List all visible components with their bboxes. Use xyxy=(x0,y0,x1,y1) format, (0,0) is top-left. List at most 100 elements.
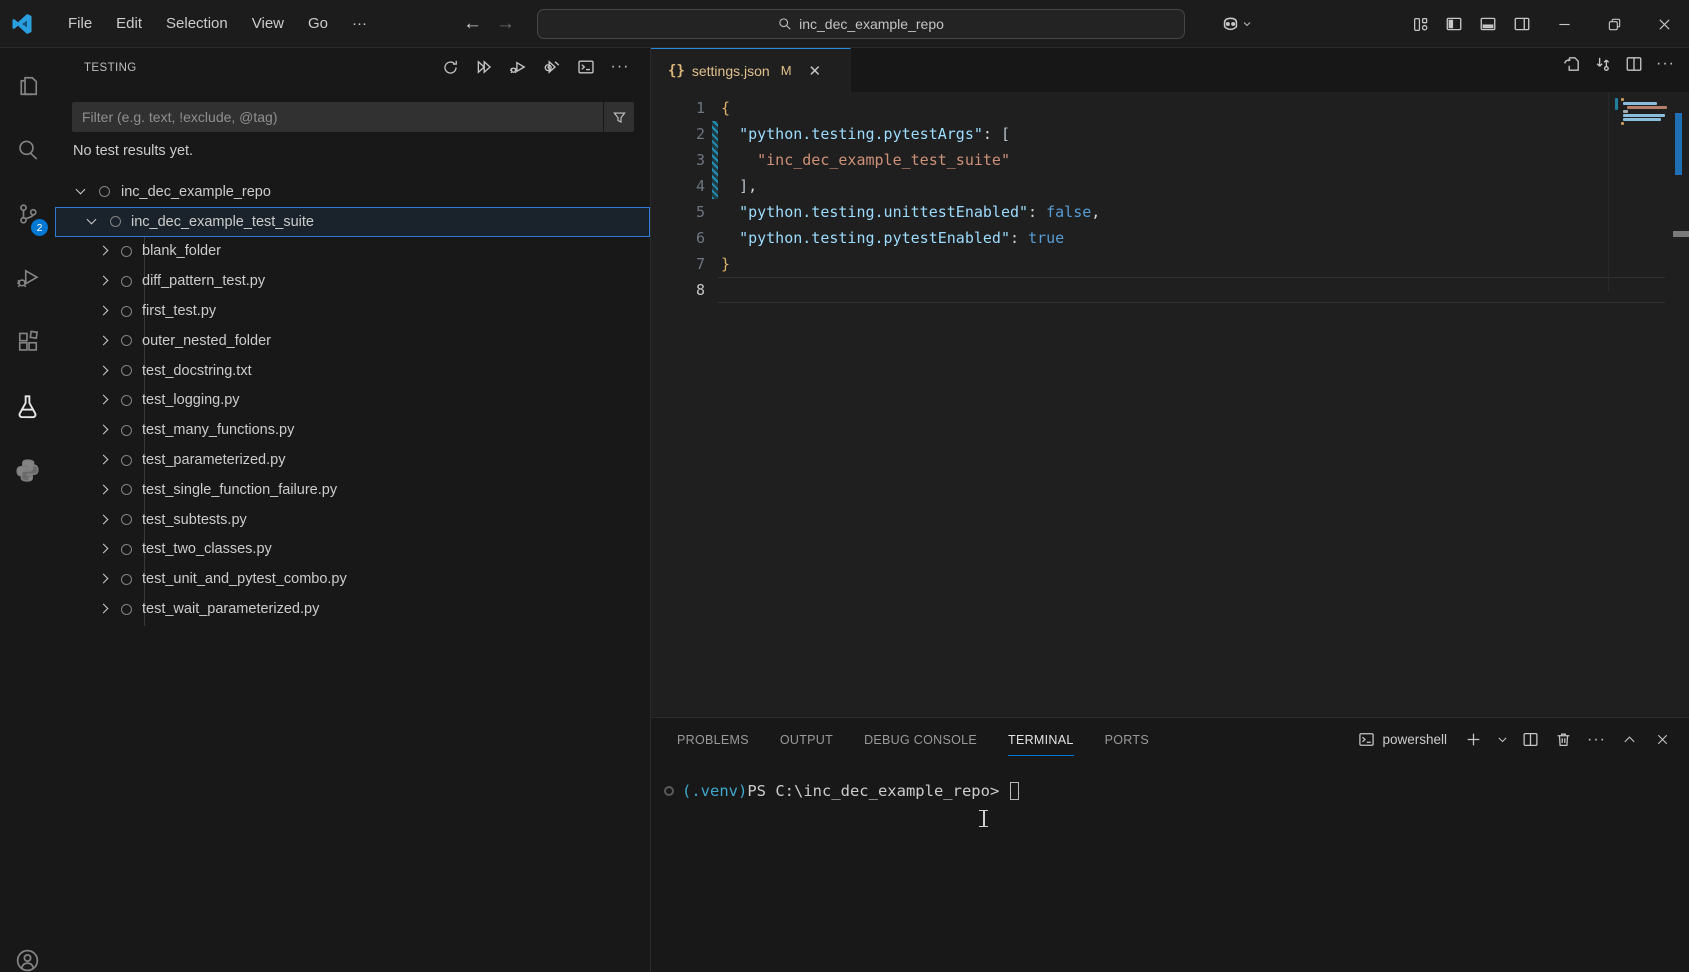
tab-close-icon[interactable]: ✕ xyxy=(809,62,822,80)
code-line[interactable]: { xyxy=(721,95,1100,121)
test-state-circle-icon xyxy=(121,455,132,466)
search-icon[interactable] xyxy=(0,126,55,174)
chevron-right-icon[interactable] xyxy=(95,541,111,557)
test-tree-item[interactable]: test_many_functions.py xyxy=(55,415,650,445)
test-tree-item[interactable]: test_unit_and_pytest_combo.py xyxy=(55,564,650,594)
chevron-right-icon[interactable] xyxy=(95,363,111,379)
more-actions-button[interactable]: ··· xyxy=(608,55,632,79)
python-icon[interactable] xyxy=(0,446,55,494)
source-control-icon[interactable]: 2 xyxy=(0,190,55,238)
test-tree-item[interactable]: test_two_classes.py xyxy=(55,535,650,565)
chevron-right-icon[interactable] xyxy=(95,333,111,349)
compare-changes-button[interactable] xyxy=(1594,55,1612,73)
test-tree-item[interactable]: inc_dec_example_test_suite xyxy=(55,207,650,237)
test-tree-item[interactable]: outer_nested_folder xyxy=(55,326,650,356)
code-line[interactable] xyxy=(721,277,1100,303)
restore-button[interactable] xyxy=(1589,1,1639,48)
test-tree-item[interactable]: diff_pattern_test.py xyxy=(55,266,650,296)
panel-tab-debug-console[interactable]: DEBUG CONSOLE xyxy=(864,718,977,761)
close-panel-button[interactable] xyxy=(1650,727,1675,752)
split-terminal-button[interactable] xyxy=(1518,727,1543,752)
test-tree-item[interactable]: test_single_function_failure.py xyxy=(55,475,650,505)
vscode-window: FileEditSelectionViewGo··· ← → inc_dec_e… xyxy=(0,0,1689,972)
test-filter-input[interactable] xyxy=(72,102,603,132)
close-window-button[interactable] xyxy=(1639,1,1689,48)
copilot-menu[interactable] xyxy=(1220,14,1253,35)
tab-settings-json[interactable]: {} settings.json M ✕ xyxy=(651,48,851,92)
code-line[interactable]: "inc_dec_example_test_suite" xyxy=(721,147,1100,173)
toggle-secondary-sidebar-button[interactable] xyxy=(1505,9,1539,39)
test-tree-item[interactable]: inc_dec_example_repo xyxy=(55,177,650,207)
command-decoration-icon[interactable] xyxy=(664,786,674,796)
maximize-panel-button[interactable] xyxy=(1617,727,1642,752)
terminal-picker-chevron-icon[interactable] xyxy=(1494,727,1510,752)
chevron-right-icon[interactable] xyxy=(95,422,111,438)
command-center-search[interactable]: inc_dec_example_repo xyxy=(537,9,1185,39)
toggle-primary-sidebar-button[interactable] xyxy=(1437,9,1471,39)
code-editor[interactable]: 12345678 { "python.testing.pytestArgs": … xyxy=(651,92,1689,717)
customize-layout-button[interactable] xyxy=(1403,9,1437,39)
accounts-icon[interactable] xyxy=(0,936,55,972)
run-and-debug-icon[interactable] xyxy=(0,254,55,302)
minimap[interactable] xyxy=(1615,94,1673,214)
run-all-tests-button[interactable] xyxy=(472,55,496,79)
show-test-output-button[interactable] xyxy=(574,55,598,79)
navigate-forward-icon[interactable]: → xyxy=(496,13,515,35)
testing-icon[interactable] xyxy=(0,382,55,430)
chevron-right-icon[interactable] xyxy=(95,273,111,289)
open-changes-button[interactable] xyxy=(1563,55,1581,73)
split-editor-button[interactable] xyxy=(1625,55,1643,73)
panel-more-actions-button[interactable]: ··· xyxy=(1584,727,1609,752)
code-line[interactable]: } xyxy=(721,251,1100,277)
panel-tab-output[interactable]: OUTPUT xyxy=(780,718,833,761)
test-tree-item[interactable]: blank_folder xyxy=(55,237,650,267)
code-line[interactable]: "python.testing.unittestEnabled": false, xyxy=(721,199,1100,225)
test-state-circle-icon xyxy=(99,186,110,197)
test-tree-item-label: test_many_functions.py xyxy=(142,422,294,438)
editor-more-actions-button[interactable]: ··· xyxy=(1656,55,1675,73)
menu-file[interactable]: File xyxy=(58,11,102,36)
code-line[interactable]: ], xyxy=(721,173,1100,199)
extensions-icon[interactable] xyxy=(0,318,55,366)
navigate-back-icon[interactable]: ← xyxy=(463,13,482,35)
menu-view[interactable]: View xyxy=(242,11,294,36)
panel-tab-problems[interactable]: PROBLEMS xyxy=(677,718,749,761)
overview-ruler[interactable] xyxy=(1680,92,1689,717)
menu-edit[interactable]: Edit xyxy=(106,11,152,36)
test-tree-item[interactable]: test_docstring.txt xyxy=(55,356,650,386)
filter-icon[interactable] xyxy=(604,102,634,132)
chevron-right-icon[interactable] xyxy=(95,571,111,587)
code-line[interactable]: "python.testing.pytestArgs": [ xyxy=(721,121,1100,147)
menu-overflow[interactable]: ··· xyxy=(342,11,377,36)
chevron-right-icon[interactable] xyxy=(95,303,111,319)
chevron-right-icon[interactable] xyxy=(95,243,111,259)
debug-all-tests-button[interactable] xyxy=(506,55,530,79)
new-terminal-button[interactable] xyxy=(1461,727,1486,752)
terminal-area[interactable]: (.venv) PS C:\inc_dec_example_repo> xyxy=(651,761,1689,972)
run-tests-with-coverage-button[interactable] xyxy=(540,55,564,79)
panel-tab-terminal[interactable]: TERMINAL xyxy=(1008,718,1074,761)
refresh-tests-button[interactable] xyxy=(438,55,462,79)
kill-terminal-button[interactable] xyxy=(1551,727,1576,752)
chevron-right-icon[interactable] xyxy=(95,392,111,408)
test-tree-item[interactable]: first_test.py xyxy=(55,296,650,326)
chevron-right-icon[interactable] xyxy=(95,601,111,617)
chevron-down-icon[interactable] xyxy=(73,184,89,200)
chevron-right-icon[interactable] xyxy=(95,482,111,498)
chevron-right-icon[interactable] xyxy=(95,512,111,528)
explorer-icon[interactable] xyxy=(0,62,55,110)
menu-go[interactable]: Go xyxy=(298,11,338,36)
menu-selection[interactable]: Selection xyxy=(156,11,238,36)
toggle-panel-button[interactable] xyxy=(1471,9,1505,39)
test-tree-item[interactable]: test_subtests.py xyxy=(55,505,650,535)
terminal-shell-chip[interactable]: powershell xyxy=(1358,731,1447,748)
code-line[interactable]: "python.testing.pytestEnabled": true xyxy=(721,225,1100,251)
test-tree-item[interactable]: test_logging.py xyxy=(55,386,650,416)
test-tree-item[interactable]: test_wait_parameterized.py xyxy=(55,594,650,624)
overview-modified-marker xyxy=(1675,113,1682,175)
chevron-down-icon[interactable] xyxy=(84,214,100,230)
minimize-button[interactable] xyxy=(1539,1,1589,48)
chevron-right-icon[interactable] xyxy=(95,452,111,468)
test-tree-item[interactable]: test_parameterized.py xyxy=(55,445,650,475)
panel-tab-ports[interactable]: PORTS xyxy=(1105,718,1149,761)
